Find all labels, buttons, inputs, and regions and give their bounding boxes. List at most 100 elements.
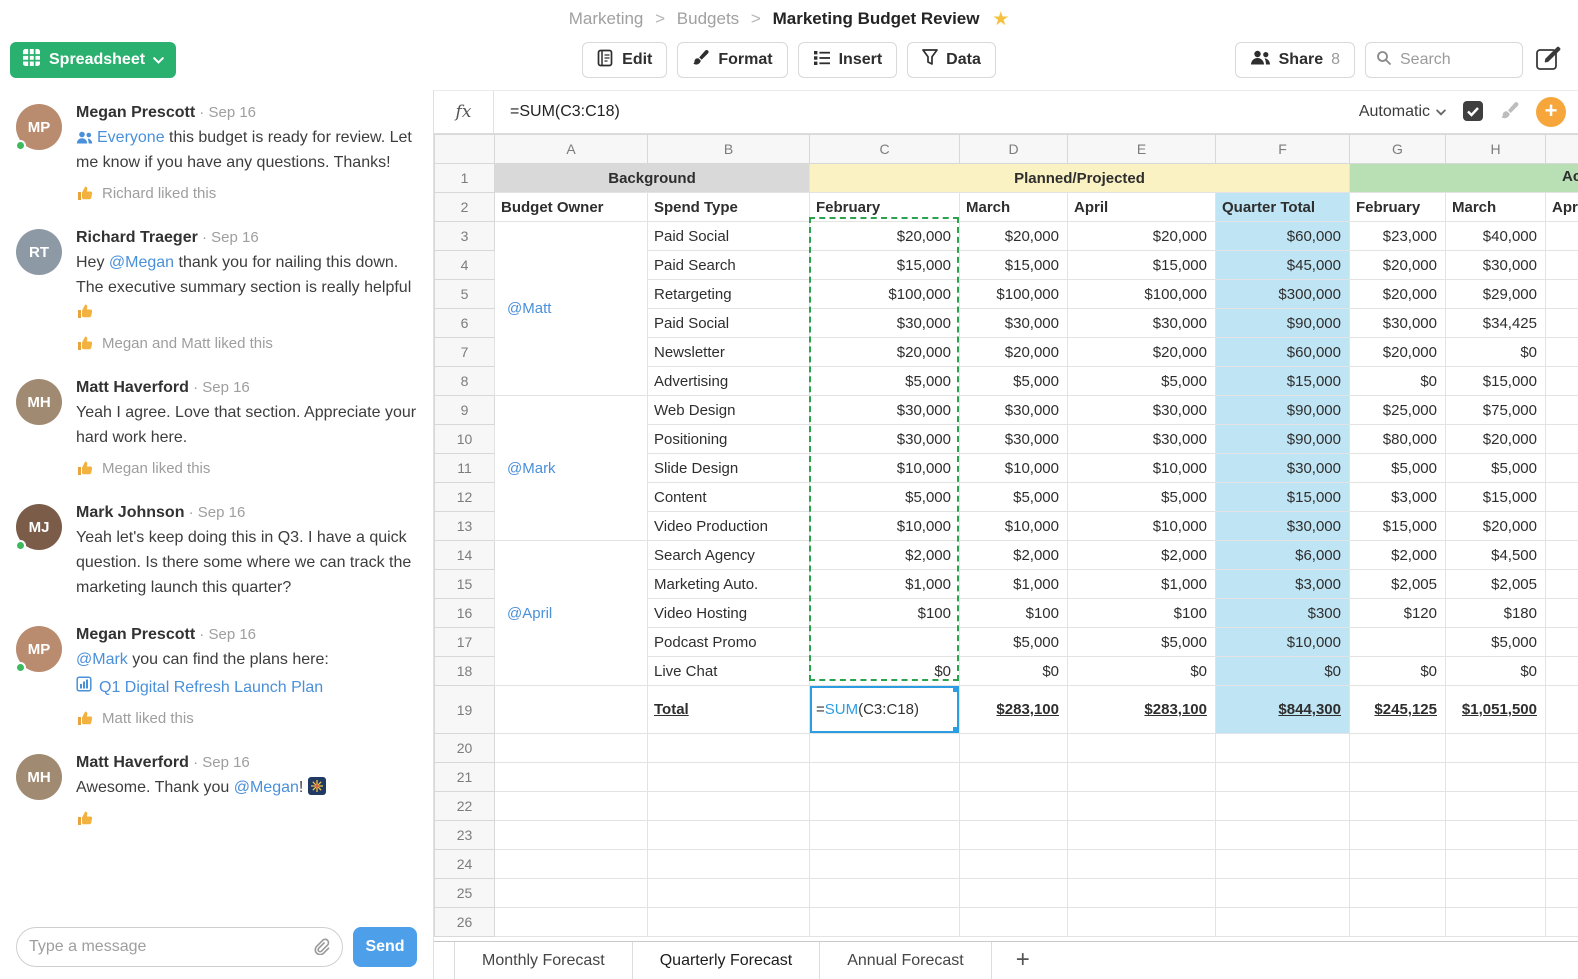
value-cell[interactable]: $2,000 xyxy=(1068,541,1216,570)
value-cell[interactable]: $20,000 xyxy=(810,338,960,367)
cell[interactable] xyxy=(648,850,810,879)
row-header[interactable]: 16 xyxy=(435,599,495,628)
value-cell[interactable]: $29,000 xyxy=(1446,280,1546,309)
cell[interactable] xyxy=(1546,908,1578,937)
value-cell[interactable]: $30,000 xyxy=(960,309,1068,338)
cell[interactable] xyxy=(1446,821,1546,850)
search-input[interactable] xyxy=(1400,51,1512,69)
value-cell[interactable]: $20,000 xyxy=(1446,425,1546,454)
cell[interactable] xyxy=(1546,628,1578,657)
cell[interactable] xyxy=(1546,734,1578,763)
value-cell[interactable]: $4,500 xyxy=(1446,541,1546,570)
value-cell[interactable]: $15,000 xyxy=(810,251,960,280)
value-cell[interactable]: $5,000 xyxy=(1446,454,1546,483)
select-all-corner[interactable] xyxy=(435,135,495,164)
spend-type-cell[interactable]: Paid Social xyxy=(648,309,810,338)
row-header[interactable]: 9 xyxy=(435,396,495,425)
value-cell[interactable] xyxy=(1350,628,1446,657)
cell[interactable] xyxy=(648,908,810,937)
total-label-cell[interactable]: Total xyxy=(648,686,810,734)
cell[interactable] xyxy=(1216,821,1350,850)
cell[interactable] xyxy=(495,821,648,850)
cell[interactable] xyxy=(1350,908,1446,937)
spend-type-cell[interactable]: Slide Design xyxy=(648,454,810,483)
row-header[interactable]: 19 xyxy=(435,686,495,734)
cell[interactable] xyxy=(1350,821,1446,850)
cell[interactable] xyxy=(495,850,648,879)
sheet-tab[interactable]: Quarterly Forecast xyxy=(633,942,820,979)
value-cell[interactable]: $30,000 xyxy=(1350,309,1446,338)
checkbox-tool-button[interactable] xyxy=(1462,100,1484,125)
formula-input[interactable]: =SUM(C3:C18) xyxy=(510,103,1359,121)
column-header-cell[interactable]: Quarter Total xyxy=(1216,193,1350,222)
column-header-cell[interactable]: March xyxy=(960,193,1068,222)
value-cell[interactable]: $5,000 xyxy=(960,367,1068,396)
value-cell[interactable]: $1,000 xyxy=(960,570,1068,599)
spend-type-cell[interactable]: Positioning xyxy=(648,425,810,454)
message-likes[interactable]: Matt liked this xyxy=(76,709,417,728)
cell[interactable] xyxy=(1446,850,1546,879)
spend-type-cell[interactable]: Retargeting xyxy=(648,280,810,309)
column-letter[interactable]: G xyxy=(1350,135,1446,164)
cell[interactable] xyxy=(1068,850,1216,879)
cell[interactable] xyxy=(1350,879,1446,908)
cell[interactable] xyxy=(495,908,648,937)
value-cell[interactable]: $15,000 xyxy=(1068,251,1216,280)
cell[interactable] xyxy=(1546,425,1578,454)
value-cell[interactable]: $2,005 xyxy=(1350,570,1446,599)
cell[interactable] xyxy=(1350,734,1446,763)
cell[interactable] xyxy=(960,850,1068,879)
cell[interactable] xyxy=(1216,908,1350,937)
cell[interactable] xyxy=(1068,792,1216,821)
value-cell[interactable]: $30,000 xyxy=(1068,425,1216,454)
spend-type-cell[interactable]: Video Hosting xyxy=(648,599,810,628)
cell[interactable] xyxy=(495,734,648,763)
message-likes[interactable]: Megan and Matt liked this xyxy=(76,334,417,353)
value-cell[interactable] xyxy=(810,628,960,657)
value-cell[interactable]: $15,000 xyxy=(1216,483,1350,512)
cell[interactable] xyxy=(1216,763,1350,792)
cell[interactable] xyxy=(1068,821,1216,850)
value-cell[interactable]: $5,000 xyxy=(810,483,960,512)
value-cell[interactable]: $100,000 xyxy=(960,280,1068,309)
total-value-cell[interactable]: $245,125 xyxy=(1350,686,1446,734)
cell[interactable] xyxy=(648,763,810,792)
share-button[interactable]: Share 8 xyxy=(1235,42,1355,78)
value-cell[interactable]: $90,000 xyxy=(1216,309,1350,338)
cell[interactable] xyxy=(1068,734,1216,763)
row-header[interactable]: 12 xyxy=(435,483,495,512)
cell[interactable] xyxy=(1546,792,1578,821)
cell[interactable] xyxy=(1068,908,1216,937)
avatar[interactable]: MH xyxy=(16,379,62,425)
breadcrumb-link-marketing[interactable]: Marketing xyxy=(569,9,644,28)
cell[interactable] xyxy=(1546,850,1578,879)
value-cell[interactable]: $20,000 xyxy=(960,338,1068,367)
value-cell[interactable]: $10,000 xyxy=(810,512,960,541)
spend-type-cell[interactable]: Newsletter xyxy=(648,338,810,367)
cell[interactable] xyxy=(1350,850,1446,879)
value-cell[interactable]: $100,000 xyxy=(810,280,960,309)
cell[interactable] xyxy=(1546,512,1578,541)
cell[interactable] xyxy=(1546,599,1578,628)
cell[interactable] xyxy=(1350,763,1446,792)
total-value-cell[interactable]: $283,100 xyxy=(960,686,1068,734)
row-header[interactable]: 24 xyxy=(435,850,495,879)
value-cell[interactable]: $20,000 xyxy=(1068,338,1216,367)
row-header[interactable]: 25 xyxy=(435,879,495,908)
value-cell[interactable]: $0 xyxy=(1446,338,1546,367)
total-value-cell[interactable]: $1,051,500 xyxy=(1446,686,1546,734)
cell[interactable] xyxy=(1546,454,1578,483)
value-cell[interactable]: $30,000 xyxy=(1216,454,1350,483)
value-cell[interactable]: $5,000 xyxy=(810,367,960,396)
column-header-cell[interactable]: March xyxy=(1446,193,1546,222)
cell[interactable] xyxy=(648,879,810,908)
send-button[interactable]: Send xyxy=(353,927,417,967)
cell[interactable] xyxy=(810,908,960,937)
cell[interactable] xyxy=(1546,821,1578,850)
spend-type-cell[interactable]: Web Design xyxy=(648,396,810,425)
message-likes[interactable] xyxy=(76,809,417,828)
owner-cell[interactable]: @Mark xyxy=(495,396,648,541)
value-cell[interactable]: $0 xyxy=(960,657,1068,686)
value-cell[interactable]: $10,000 xyxy=(1068,454,1216,483)
row-header[interactable]: 17 xyxy=(435,628,495,657)
